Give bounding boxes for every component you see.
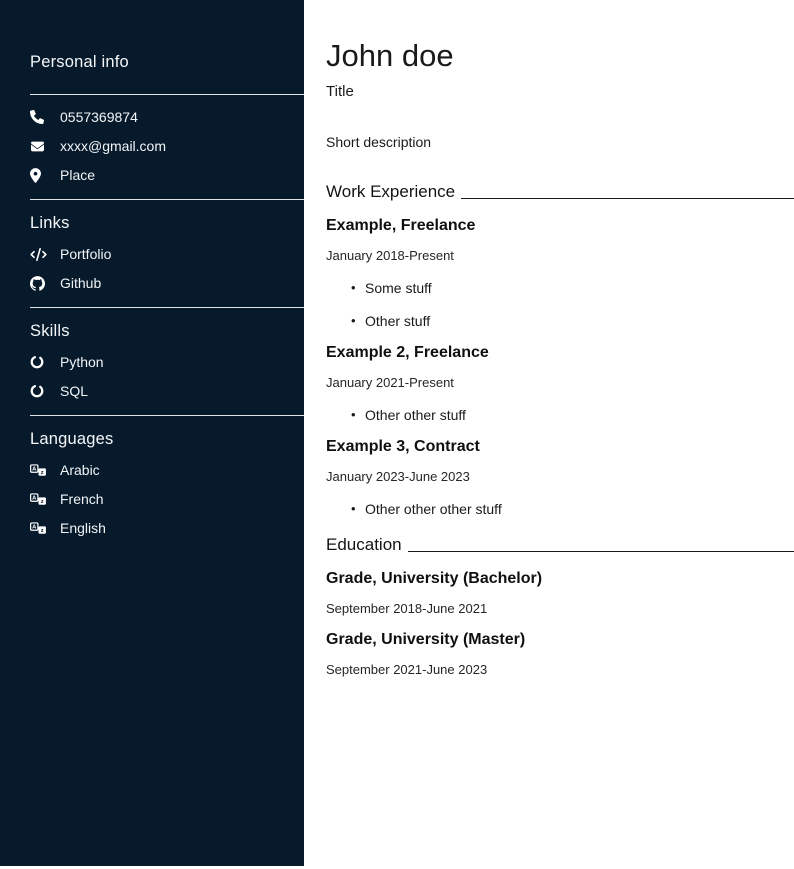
language-row-french: Az French — [30, 491, 304, 507]
entry-title: Example 2, Freelance — [326, 344, 794, 362]
entry-title: Example 3, Contract — [326, 438, 794, 456]
circle-notch-icon — [30, 354, 48, 370]
section-heading-education: Education — [326, 535, 794, 555]
entry-date: September 2018-June 2021 — [326, 601, 794, 616]
skill-row-python: Python — [30, 354, 304, 370]
section-heading-label: Work Experience — [326, 182, 455, 202]
candidate-title: Title — [326, 83, 794, 100]
entry-bullets: Some stuff Other stuff — [326, 280, 794, 329]
work-entry: Example, Freelance January 2018-Present … — [326, 217, 794, 329]
skill-row-sql: SQL — [30, 383, 304, 399]
entry-date: January 2021-Present — [326, 375, 794, 390]
heading-rule — [408, 551, 794, 552]
email-value: xxxx@gmail.com — [60, 138, 166, 154]
bullet-item: Other stuff — [351, 313, 794, 329]
languages-heading: Languages — [30, 430, 304, 449]
links-heading: Links — [30, 214, 304, 233]
sidebar: Personal info 0557369874 xxxx@gmail.com … — [0, 0, 304, 866]
short-description: Short description — [326, 134, 794, 150]
svg-text:z: z — [41, 528, 44, 534]
github-link[interactable]: Github — [30, 275, 304, 291]
section-heading-label: Education — [326, 535, 402, 555]
circle-notch-icon — [30, 383, 48, 399]
sidebar-section-personal-info: Personal info 0557369874 xxxx@gmail.com … — [30, 53, 304, 183]
education-entry: Grade, University (Master) September 202… — [326, 631, 794, 677]
personal-info-heading: Personal info — [30, 53, 304, 72]
skill-label: Python — [60, 354, 104, 370]
phone-row: 0557369874 — [30, 109, 304, 125]
place-row: Place — [30, 167, 304, 183]
language-icon: Az — [30, 520, 48, 536]
bullet-item: Some stuff — [351, 280, 794, 296]
language-label: French — [60, 491, 104, 507]
sidebar-section-languages: Languages Az Arabic Az French Az English — [30, 415, 304, 536]
entry-title: Grade, University (Bachelor) — [326, 570, 794, 588]
location-icon — [30, 167, 48, 183]
work-entry: Example 2, Freelance January 2021-Presen… — [326, 344, 794, 423]
resume-main: John doe Title Short description Work Ex… — [304, 0, 794, 869]
github-icon — [30, 275, 48, 291]
entry-bullets: Other other stuff — [326, 407, 794, 423]
skill-label: SQL — [60, 383, 88, 399]
section-heading-work-experience: Work Experience — [326, 182, 794, 202]
sidebar-section-links: Links Portfolio Github — [30, 199, 304, 291]
portfolio-link[interactable]: Portfolio — [30, 246, 304, 262]
entry-date: January 2018-Present — [326, 248, 794, 263]
language-label: English — [60, 520, 106, 536]
svg-text:z: z — [41, 499, 44, 505]
svg-text:z: z — [41, 470, 44, 476]
heading-rule — [461, 198, 794, 199]
language-icon: Az — [30, 462, 48, 478]
code-icon — [30, 246, 48, 262]
bullet-item: Other other stuff — [351, 407, 794, 423]
candidate-name: John doe — [326, 40, 794, 73]
language-label: Arabic — [60, 462, 100, 478]
education-entry: Grade, University (Bachelor) September 2… — [326, 570, 794, 616]
entry-bullets: Other other other stuff — [326, 501, 794, 517]
place-value: Place — [60, 167, 95, 183]
entry-title: Example, Freelance — [326, 217, 794, 235]
bullet-item: Other other other stuff — [351, 501, 794, 517]
divider — [30, 94, 304, 95]
language-row-english: Az English — [30, 520, 304, 536]
divider — [30, 415, 304, 416]
sidebar-section-skills: Skills Python SQL — [30, 307, 304, 399]
divider — [30, 307, 304, 308]
phone-value: 0557369874 — [60, 109, 138, 125]
phone-icon — [30, 109, 48, 125]
entry-date: January 2023-June 2023 — [326, 469, 794, 484]
entry-date: September 2021-June 2023 — [326, 662, 794, 677]
language-row-arabic: Az Arabic — [30, 462, 304, 478]
language-icon: Az — [30, 491, 48, 507]
email-row: xxxx@gmail.com — [30, 138, 304, 154]
work-entry: Example 3, Contract January 2023-June 20… — [326, 438, 794, 517]
portfolio-label: Portfolio — [60, 246, 111, 262]
github-label: Github — [60, 275, 101, 291]
entry-title: Grade, University (Master) — [326, 631, 794, 649]
envelope-icon — [30, 138, 48, 154]
skills-heading: Skills — [30, 322, 304, 341]
divider — [30, 199, 304, 200]
